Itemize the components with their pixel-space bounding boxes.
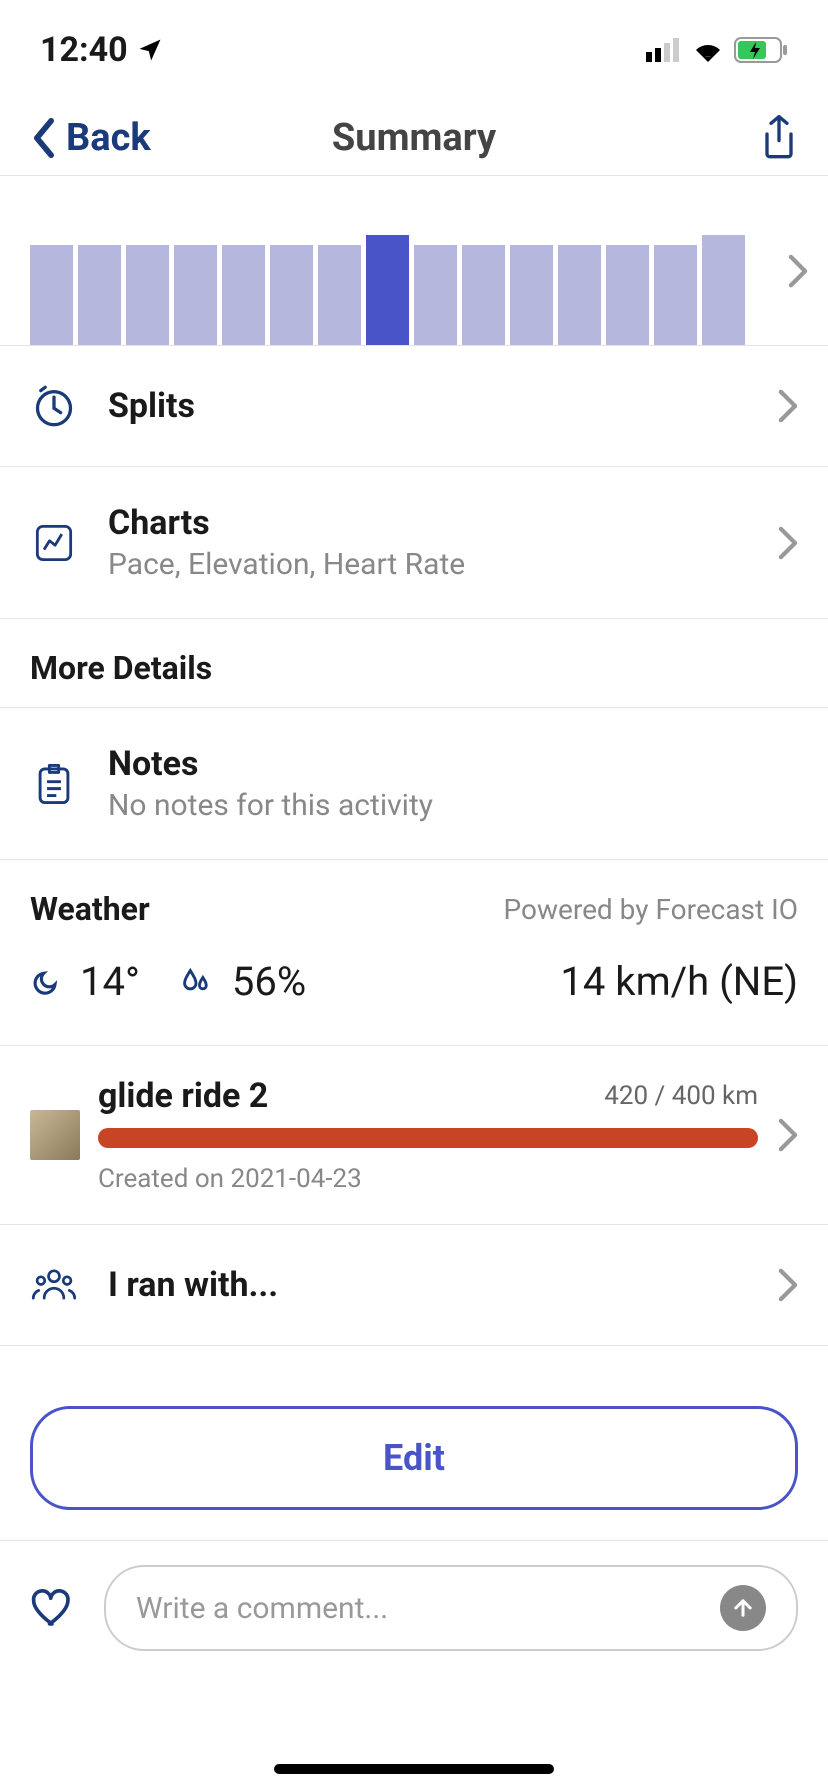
chart-bar	[78, 245, 121, 345]
comment-bar: Write a comment...	[0, 1540, 828, 1675]
chart-bar	[30, 245, 73, 345]
home-indicator	[274, 1764, 554, 1774]
chevron-right-icon	[778, 1268, 798, 1302]
comment-placeholder: Write a comment...	[136, 1591, 388, 1626]
charts-subtitle: Pace, Elevation, Heart Rate	[108, 547, 778, 582]
chevron-right-icon	[788, 254, 808, 288]
gear-row[interactable]: glide ride 2 420 / 400 km Created on 202…	[0, 1046, 828, 1225]
chart-bar	[462, 245, 505, 345]
gear-created: Created on 2021-04-23	[98, 1164, 758, 1194]
comment-input[interactable]: Write a comment...	[104, 1565, 798, 1651]
chart-bars	[30, 235, 798, 345]
chart-bar	[126, 245, 169, 345]
chart-bar	[606, 245, 649, 345]
chevron-right-icon	[778, 1118, 798, 1152]
nav-bar: Back Summary	[0, 100, 828, 176]
weather-temp: 14°	[30, 958, 140, 1005]
notes-title: Notes	[108, 744, 798, 784]
humidity-icon	[180, 966, 212, 998]
weather-powered: Powered by Forecast IO	[504, 893, 798, 926]
cellular-icon	[646, 38, 682, 62]
chart-icon	[30, 519, 78, 567]
mini-chart-row[interactable]	[0, 186, 828, 346]
chevron-left-icon	[30, 118, 58, 158]
ran-with-title: I ran with...	[108, 1265, 778, 1305]
chart-bar	[270, 245, 313, 345]
chart-bar	[654, 245, 697, 345]
send-button[interactable]	[720, 1585, 766, 1631]
weather-data: 14° 56% 14 km/h (NE)	[0, 948, 828, 1046]
chart-bar	[702, 235, 745, 345]
chart-bar	[558, 245, 601, 345]
location-icon	[136, 36, 164, 64]
heart-icon	[30, 1588, 74, 1628]
like-button[interactable]	[30, 1588, 74, 1628]
stopwatch-icon	[30, 382, 78, 430]
moon-icon	[30, 967, 60, 997]
share-icon	[760, 114, 798, 162]
arrow-up-icon	[731, 1596, 755, 1620]
notes-row[interactable]: Notes No notes for this activity	[0, 707, 828, 860]
people-icon	[30, 1261, 78, 1309]
weather-section: Weather Powered by Forecast IO	[0, 860, 828, 948]
charts-title: Charts	[108, 503, 778, 543]
status-bar: 12:40	[0, 0, 828, 100]
weather-humidity: 56%	[180, 958, 306, 1005]
battery-icon	[734, 37, 788, 63]
chart-bar	[510, 245, 553, 345]
temp-value: 14°	[80, 958, 140, 1005]
weather-title: Weather	[30, 890, 150, 928]
notes-icon	[30, 760, 78, 808]
gear-progress-bar	[98, 1128, 758, 1148]
humidity-value: 56%	[232, 958, 306, 1005]
notes-subtitle: No notes for this activity	[108, 788, 798, 823]
chart-bar	[414, 245, 457, 345]
chart-bar	[222, 245, 265, 345]
splits-title: Splits	[108, 386, 778, 426]
chevron-right-icon	[778, 526, 798, 560]
charts-row[interactable]: Charts Pace, Elevation, Heart Rate	[0, 467, 828, 619]
gear-image	[30, 1110, 80, 1160]
gear-distance: 420 / 400 km	[604, 1081, 758, 1111]
back-button[interactable]: Back	[30, 116, 151, 160]
share-button[interactable]	[760, 114, 798, 162]
status-time: 12:40	[40, 30, 164, 70]
splits-row[interactable]: Splits	[0, 346, 828, 467]
time-text: 12:40	[40, 30, 128, 70]
wifi-icon	[692, 38, 724, 62]
wind-value: 14 km/h (NE)	[560, 958, 798, 1005]
page-title: Summary	[332, 116, 496, 160]
chart-bar	[174, 245, 217, 345]
status-icons	[646, 37, 788, 63]
edit-button[interactable]: Edit	[30, 1406, 798, 1510]
chart-bar	[366, 235, 409, 345]
chart-bar	[318, 245, 361, 345]
more-details-header: More Details	[0, 619, 828, 707]
chevron-right-icon	[778, 389, 798, 423]
back-label: Back	[66, 116, 151, 160]
ran-with-row[interactable]: I ran with...	[0, 1225, 828, 1346]
gear-name: glide ride 2	[98, 1076, 268, 1116]
